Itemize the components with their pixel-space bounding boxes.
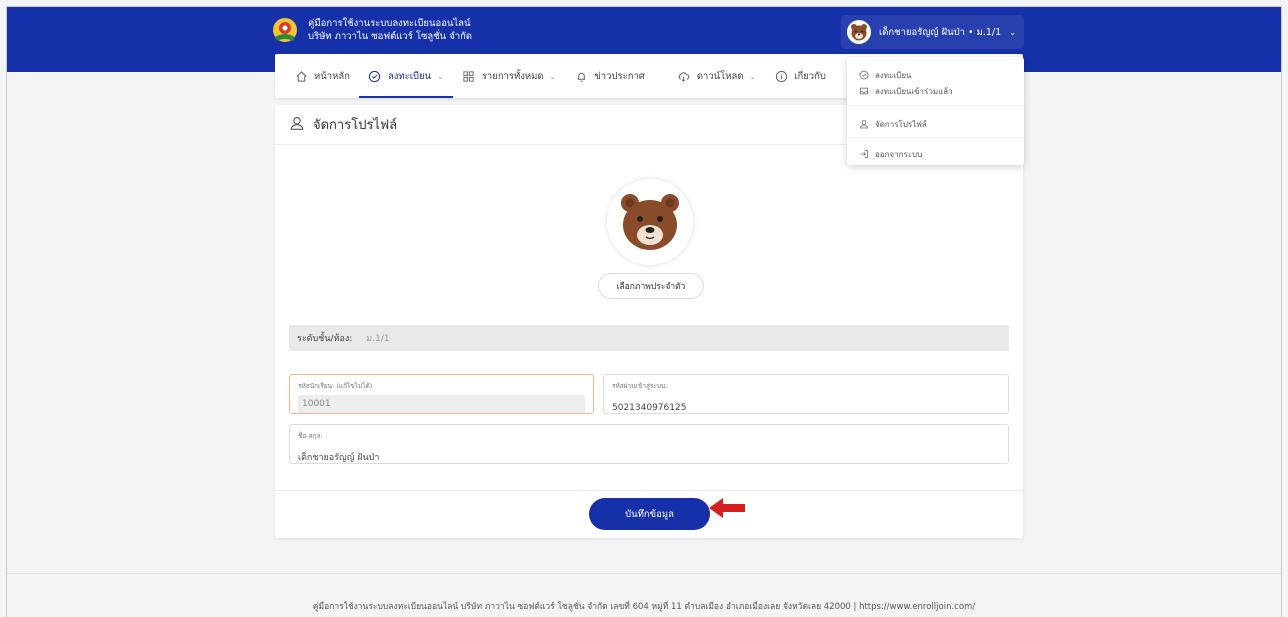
profile-avatar[interactable] — [607, 179, 693, 265]
user-name: เด็กชายอรัญญ์ ฝันป่า • ม.1/1 — [879, 26, 1002, 38]
cloud-download-icon — [677, 69, 691, 83]
nav-about-label: เกี่ยวกับ — [794, 70, 826, 82]
fullname-input[interactable]: เด็กชายอรัญญ์ ฝันป่า — [298, 453, 379, 463]
fullname-field[interactable]: ชื่อ-สกุล: เด็กชายอรัญญ์ ฝันป่า — [289, 424, 1009, 464]
choose-photo-label: เลือกภาพประจำตัว — [616, 282, 686, 292]
grade-label: ระดับชั้น/ห้อง: — [297, 334, 353, 344]
inbox-icon — [859, 86, 869, 98]
user-avatar — [847, 20, 871, 44]
choose-photo-button[interactable]: เลือกภาพประจำตัว — [598, 273, 704, 299]
chevron-down-icon: ⌄ — [1009, 27, 1016, 37]
nav-all-items-label: รายการทั้งหมด — [481, 70, 544, 82]
brand[interactable]: คู่มือการใช้งานระบบลงทะเบียนออนไลน์ บริษ… — [272, 17, 472, 43]
nav-home-label: หน้าหลัก — [314, 70, 350, 82]
dropdown-item-profile-label: จัดการโปรไฟล์ — [875, 120, 927, 129]
nav-register-label: ลงทะเบียน — [387, 70, 432, 82]
school-logo-icon — [272, 17, 298, 43]
user-icon — [289, 115, 305, 135]
fullname-label: ชื่อ-สกุล: — [298, 432, 323, 440]
profile-card: จัดการโปรไฟล์ เลือกภาพประจำตัว ระดับชั้น… — [275, 105, 1023, 538]
app-window: คู่มือการใช้งานระบบลงทะเบียนออนไลน์ บริษ… — [6, 6, 1282, 617]
bell-icon — [574, 69, 588, 83]
password-field[interactable]: รหัสผ่านเข้าสู่ระบบ: 5021340976125 — [603, 374, 1009, 414]
dropdown-item-registered[interactable]: ลงทะเบียนเข้าร่วมแล้ว — [859, 85, 953, 98]
student-id-label: รหัสนักเรียน: (แก้ไขไม่ได้) — [298, 382, 373, 390]
nav-register[interactable]: ลงทะเบียน ⌄ — [358, 54, 453, 98]
home-icon — [294, 69, 308, 83]
dropdown-item-registered-label: ลงทะเบียนเข้าร่วมแล้ว — [875, 87, 953, 96]
dropdown-item-register[interactable]: ลงทะเบียน — [859, 69, 911, 82]
dropdown-divider — [847, 137, 1024, 138]
student-id-field[interactable]: รหัสนักเรียน: (แก้ไขไม่ได้) 10001 — [289, 374, 594, 414]
chevron-down-icon: ⌄ — [549, 71, 557, 81]
nav-all-items[interactable]: รายการทั้งหมด ⌄ — [453, 54, 566, 98]
brand-line2: บริษัท ภาวาไน ซอฟต์แวร์ โซลูชั่น จำกัด — [308, 31, 473, 42]
nav-download[interactable]: ดาวน์โหลด ⌄ — [668, 54, 765, 98]
bear-avatar-icon — [851, 24, 867, 41]
student-id-input[interactable]: 10001 — [298, 395, 585, 413]
save-button[interactable]: บันทึกข้อมูล — [589, 498, 710, 530]
user-menu-toggle[interactable]: เด็กชายอรัญญ์ ฝันป่า • ม.1/1 ⌄ — [841, 15, 1024, 49]
chevron-down-icon: ⌄ — [749, 71, 757, 81]
grid-icon — [462, 69, 476, 83]
brand-line1: คู่มือการใช้งานระบบลงทะเบียนออนไลน์ — [308, 18, 471, 29]
dropdown-divider — [847, 105, 1024, 106]
check-circle-icon — [859, 70, 869, 82]
info-icon — [774, 69, 788, 83]
nav-news-label: ข่าวประกาศ — [594, 70, 645, 82]
dropdown-item-register-label: ลงทะเบียน — [875, 71, 912, 80]
save-button-label: บันทึกข้อมูล — [625, 508, 674, 520]
dropdown-item-logout[interactable]: ออกจากระบบ — [859, 148, 922, 161]
footer-text: คู่มือการใช้งานระบบลงทะเบียนออนไลน์ บริษ… — [312, 602, 976, 612]
nav-download-label: ดาวน์โหลด — [696, 70, 744, 82]
password-label: รหัสผ่านเข้าสู่ระบบ: — [612, 382, 668, 390]
divider — [275, 490, 1023, 491]
nav-home[interactable]: หน้าหลัก — [285, 54, 359, 98]
dropdown-item-profile[interactable]: จัดการโปรไฟล์ — [859, 118, 927, 131]
check-circle-icon — [368, 69, 382, 83]
annotation-arrow-icon — [709, 498, 745, 518]
grade-field: ระดับชั้น/ห้อง: ม.1/1 — [289, 325, 1009, 351]
logout-icon — [859, 149, 869, 161]
password-input[interactable]: 5021340976125 — [612, 403, 686, 413]
user-icon — [859, 119, 869, 131]
page-title: จัดการโปรไฟล์ — [313, 118, 398, 133]
footer-divider — [7, 573, 1281, 574]
bear-avatar-icon — [621, 194, 679, 250]
chevron-down-icon: ⌄ — [437, 71, 444, 81]
nav-news[interactable]: ข่าวประกาศ — [565, 54, 654, 98]
nav-about[interactable]: เกี่ยวกับ — [765, 54, 835, 98]
dropdown-item-logout-label: ออกจากระบบ — [875, 150, 923, 159]
grade-value: ม.1/1 — [366, 334, 390, 344]
user-dropdown-menu: ลงทะเบียน ลงทะเบียนเข้าร่วมแล้ว จัดการโป… — [847, 57, 1024, 165]
